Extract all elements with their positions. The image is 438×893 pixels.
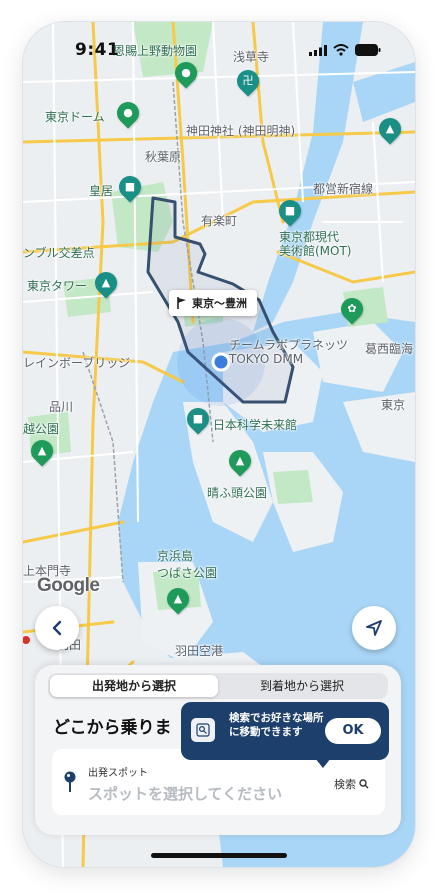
map-label-teamlab: チームラボプラネッツ TOKYO DMM xyxy=(229,338,349,366)
google-logo: Google xyxy=(37,575,100,596)
map-label-tokyo-tower: 東京タワー xyxy=(27,279,88,293)
park-pin-icon-3: ▲ xyxy=(224,445,256,477)
departure-spot-label: 出発スポット xyxy=(88,768,148,779)
tooltip-ok-button[interactable]: OK xyxy=(325,718,381,744)
route-label-text: 東京〜豊洲 xyxy=(192,297,247,310)
map-label-kanda-myojin: 神田神社 (神田明神) xyxy=(186,124,296,138)
map-label-rainbow-bridge: レインボーブリッジ xyxy=(23,356,131,370)
map-label-kasai: 葛西臨海 xyxy=(365,342,414,356)
park-pin-icon-4: ▲ xyxy=(162,583,194,615)
map-label-toei-shinjuku: 都営新宿線 xyxy=(313,182,374,196)
map-label-kokyo: 皇居 xyxy=(89,184,114,198)
map-label-akihabara: 秋葉原 xyxy=(145,150,182,164)
tooltip-arrow xyxy=(315,758,331,768)
navigation-arrow-icon xyxy=(366,620,382,636)
museum-pin-icon: ▲ xyxy=(374,113,406,145)
status-time: 9:41 xyxy=(75,40,120,60)
map-label-mot: 東京都現代 美術館(MOT) xyxy=(279,230,352,258)
search-label: 検索 xyxy=(334,778,356,791)
map-label-koshikoen: 越公園 xyxy=(23,422,60,436)
origin-destination-toggle: 出発地から選択 到着地から選択 xyxy=(48,673,388,699)
location-pin-icon xyxy=(64,771,76,792)
miraikan-pin-icon: ■ xyxy=(182,403,214,435)
panel-heading: どこから乗りま xyxy=(53,718,172,738)
current-location-button[interactable] xyxy=(352,606,396,650)
flag-icon xyxy=(177,297,186,309)
route-area-label[interactable]: 東京〜豊洲 xyxy=(169,290,257,316)
tab-from-destination[interactable]: 到着地から選択 xyxy=(218,675,386,697)
search-button[interactable]: 検索 xyxy=(334,776,369,792)
map-label-miraikan: 日本科学未来館 xyxy=(213,418,298,432)
garden-pin-icon: ✿ xyxy=(336,293,368,325)
tower-pin-icon: ▲ xyxy=(90,267,122,299)
search-hint-tooltip: 検索でお好きな場所に移動できます OK xyxy=(181,702,389,768)
map-label-yurakucho: 有楽町 xyxy=(201,214,238,228)
mot-pin-icon: ■ xyxy=(274,195,306,227)
map-label-shinagawa: 品川 xyxy=(49,400,74,414)
departure-spot-placeholder: スポットを選択してください xyxy=(88,785,283,803)
search-icon xyxy=(359,779,369,789)
temple-pin-icon: 卍 xyxy=(232,65,264,97)
phone-screen: 恩賜上野動物園 浅草寺 ● 卍 東京ドーム ● 神田神社 (神田明神) ▲ 秋葉… xyxy=(23,22,415,867)
tooltip-text: 検索でお好きな場所に移動できます xyxy=(229,712,324,738)
park-pin-icon-2: ▲ xyxy=(26,435,58,467)
back-button[interactable] xyxy=(35,606,79,650)
map-label-tokyo-dome: 東京ドーム xyxy=(45,110,105,124)
magnifier-icon xyxy=(196,723,210,737)
palace-pin-icon: ■ xyxy=(114,171,146,203)
battery-icon xyxy=(355,44,381,56)
map-label-keihinjima: 京浜島 つばさ公園 xyxy=(157,549,218,580)
map-label-junction: ンブル交差点 xyxy=(23,246,95,260)
status-icons xyxy=(309,44,381,56)
tab-from-origin[interactable]: 出発地から選択 xyxy=(50,675,218,697)
wifi-icon xyxy=(333,44,349,56)
map-label-yumenoshima: 晴ふ頭公園 xyxy=(207,486,268,500)
map-label-tokyo-east: 東京 xyxy=(381,398,406,412)
map-label-haneda: 羽田空港 xyxy=(175,644,224,658)
park-pin-icon: ● xyxy=(112,97,144,129)
signal-icon xyxy=(309,44,327,56)
home-indicator[interactable] xyxy=(151,853,287,858)
status-bar: 9:41 xyxy=(23,22,415,68)
chevron-left-icon xyxy=(52,620,62,636)
search-hint-icon xyxy=(191,718,215,742)
